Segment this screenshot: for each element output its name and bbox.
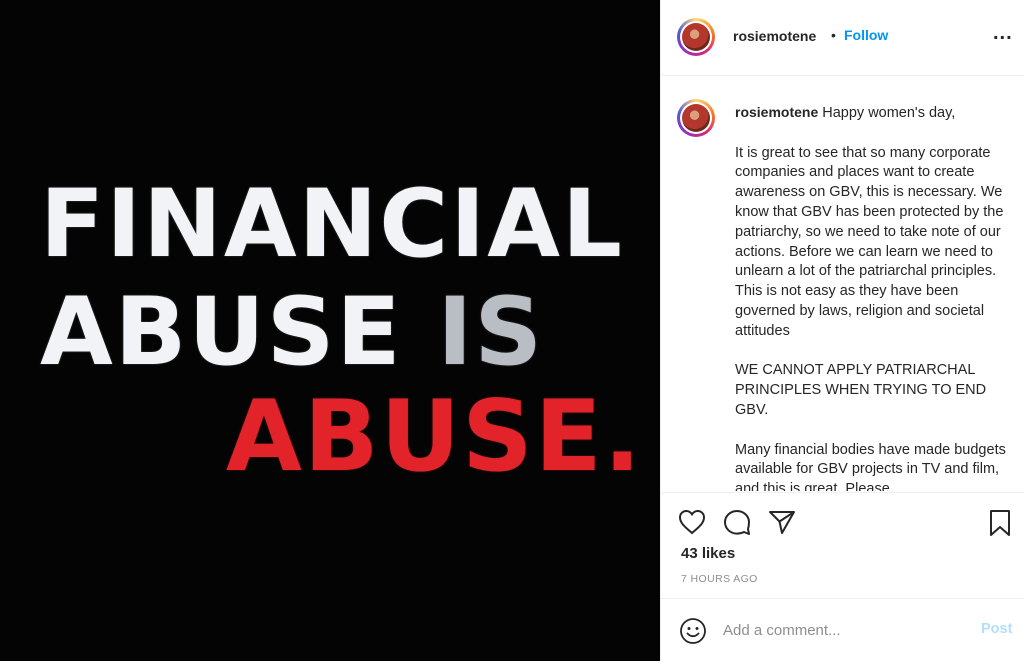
caption-paragraph: It is great to see that so many corporat… (735, 144, 1004, 339)
caption-area[interactable]: rosiemotene Happy women's day, It is grea… (661, 77, 1024, 491)
follow-button[interactable]: Follow (844, 27, 888, 43)
post-image-text: FINANCIAL ABUSE IS ABUSE. (0, 0, 660, 661)
headline-line-2: ABUSE IS (40, 278, 545, 387)
bookmark-icon[interactable] (988, 509, 1012, 537)
headline-line-1: FINANCIAL (40, 170, 624, 279)
post-comment-button[interactable]: Post (981, 621, 1012, 637)
heart-icon[interactable] (678, 509, 706, 535)
comment-icon[interactable] (723, 509, 751, 535)
comment-input[interactable] (723, 618, 963, 642)
post-details-panel: rosiemotene • Follow ... rosiemotene Happ… (660, 0, 1024, 661)
caption-paragraph: WE CANNOT APPLY PATRIARCHAL PRINCIPLES W… (735, 362, 987, 418)
separator-dot: • (831, 27, 836, 43)
emoji-icon[interactable] (679, 617, 707, 650)
post-image[interactable]: FINANCIAL ABUSE IS ABUSE. (0, 0, 660, 661)
post-header: rosiemotene • Follow ... (661, 0, 1024, 76)
more-options-icon[interactable]: ... (993, 22, 1013, 45)
caption-avatar[interactable] (677, 99, 715, 137)
headline-line-3: ABUSE. (226, 380, 643, 494)
caption-text: rosiemotene Happy women's day, It is grea… (735, 103, 1019, 491)
share-icon[interactable] (768, 509, 796, 535)
header-username[interactable]: rosiemotene (733, 28, 816, 44)
likes-count[interactable]: 43 likes (681, 545, 735, 562)
caption-paragraph: rosiemotene Happy women's day, (735, 104, 956, 121)
avatar[interactable] (677, 18, 715, 56)
caption-paragraph: Many financial bodies have made budgets … (735, 441, 1006, 491)
post-actions: 43 likes 7 HOURS AGO (661, 492, 1024, 598)
comment-bar: Post (661, 598, 1024, 661)
caption-username[interactable]: rosiemotene (735, 104, 818, 120)
post-timestamp[interactable]: 7 HOURS AGO (681, 573, 758, 585)
